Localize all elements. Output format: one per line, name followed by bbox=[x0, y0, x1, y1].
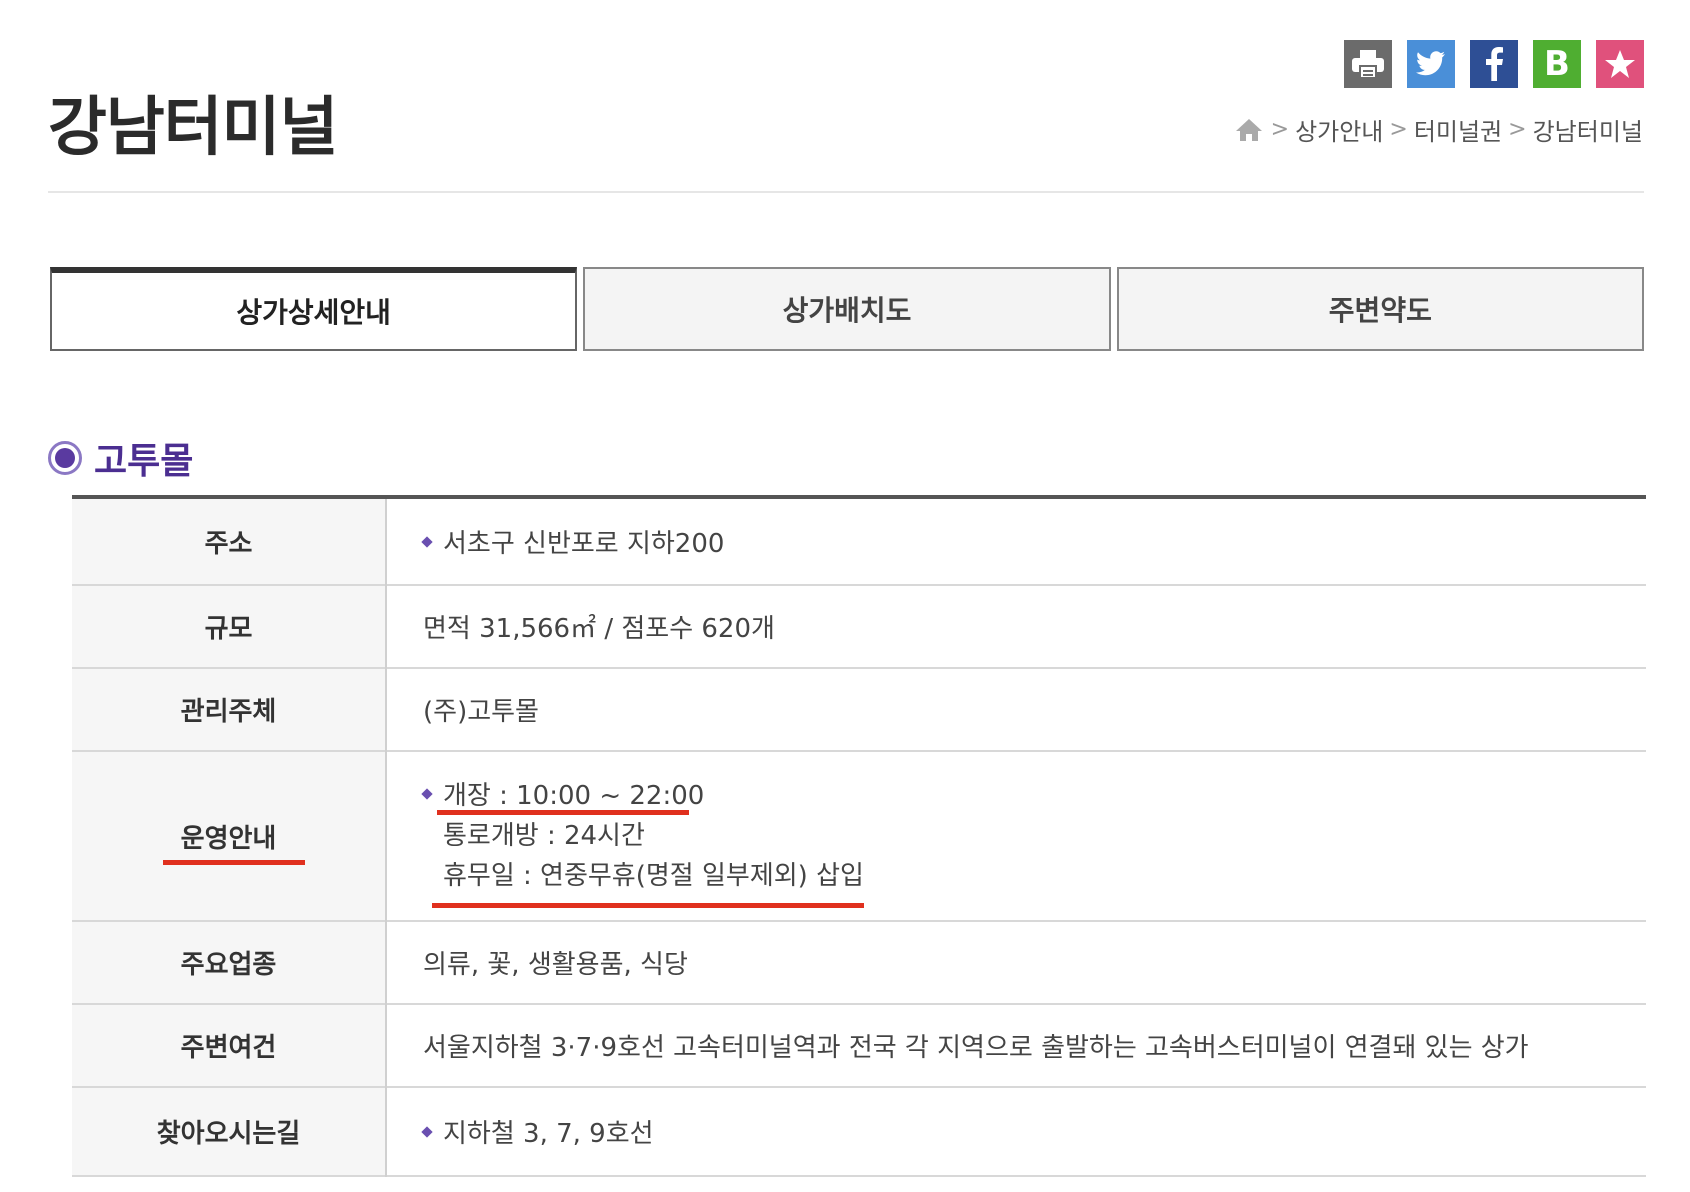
header-divider bbox=[48, 191, 1644, 193]
row-label-address: 주소 bbox=[72, 497, 387, 585]
breadcrumb: > 상가안내 > 터미널권 > 강남터미널 bbox=[1235, 112, 1643, 147]
table-row: 찾아오시는길 지하철 3, 7, 9호선 bbox=[72, 1087, 1646, 1176]
tab-store-layout[interactable]: 상가배치도 bbox=[583, 267, 1111, 351]
highlight-underline-holiday bbox=[432, 903, 864, 908]
star-icon bbox=[1605, 50, 1635, 78]
facebook-icon bbox=[1486, 47, 1503, 81]
row-label-directions: 찾아오시는길 bbox=[72, 1087, 387, 1176]
blog-share-button[interactable]: B bbox=[1533, 40, 1581, 88]
row-value-address: 서초구 신반포로 지하200 bbox=[386, 497, 1646, 585]
tab-store-details[interactable]: 상가상세안내 bbox=[50, 267, 578, 351]
row-value-business: 의류, 꽃, 생활용품, 식당 bbox=[423, 950, 688, 980]
share-bar: B bbox=[1344, 40, 1644, 88]
row-value-operation: 개장 : 10:00 ~ 22:00 통로개방 : 24시간 휴무일 : 연중무… bbox=[386, 751, 1646, 921]
table-row: 운영안내 개장 : 10:00 ~ 22:00 통로개방 : 24시간 휴무일 … bbox=[72, 751, 1646, 921]
favorite-button[interactable] bbox=[1596, 40, 1644, 88]
table-row: 주요업종 의류, 꽃, 생활용품, 식당 bbox=[72, 921, 1646, 1004]
printer-icon bbox=[1352, 50, 1384, 79]
home-icon[interactable] bbox=[1235, 118, 1263, 142]
table-row: 주변여건 서울지하철 3·7·9호선 고속터미널역과 전국 각 지역으로 출발하… bbox=[72, 1004, 1646, 1087]
breadcrumb-item-terminal-area[interactable]: 터미널권 bbox=[1414, 112, 1502, 147]
radio-bullet-icon bbox=[48, 441, 82, 475]
section-title: 고투몰 bbox=[94, 441, 194, 482]
diamond-bullet-icon bbox=[421, 535, 433, 548]
operation-passage: 통로개방 : 24시간 bbox=[443, 821, 645, 851]
operation-label-text: 운영안내 bbox=[180, 823, 277, 854]
store-info-table: 주소 서초구 신반포로 지하200 규모 면적 31,566㎡ / 점포수 62… bbox=[72, 495, 1646, 1177]
row-label-business: 주요업종 bbox=[72, 921, 387, 1004]
page-title: 강남터미널 bbox=[48, 91, 338, 165]
diamond-bullet-icon bbox=[421, 787, 433, 800]
tab-bar: 상가상세안내 상가배치도 주변약도 bbox=[50, 267, 1644, 351]
highlight-underline-operation-label bbox=[163, 860, 305, 865]
table-row: 관리주체 (주)고투몰 bbox=[72, 668, 1646, 751]
row-value-surroundings: 서울지하철 3·7·9호선 고속터미널역과 전국 각 지역으로 출발하는 고속버… bbox=[423, 1033, 1529, 1063]
section-header: 고투몰 bbox=[48, 432, 193, 484]
tab-area-map[interactable]: 주변약도 bbox=[1116, 267, 1644, 351]
blog-icon: B bbox=[1544, 44, 1570, 84]
directions-text: 지하철 3, 7, 9호선 bbox=[443, 1119, 654, 1149]
chevron-right-icon: > bbox=[1389, 117, 1408, 142]
row-label-surroundings: 주변여건 bbox=[72, 1004, 387, 1087]
row-label-manager: 관리주체 bbox=[72, 668, 387, 751]
chevron-right-icon: > bbox=[1508, 117, 1527, 142]
highlight-underline-hours bbox=[437, 810, 689, 815]
row-label-scale: 규모 bbox=[72, 585, 387, 668]
row-value-directions: 지하철 3, 7, 9호선 bbox=[386, 1087, 1646, 1176]
facebook-share-button[interactable] bbox=[1470, 40, 1518, 88]
table-row: 주소 서초구 신반포로 지하200 bbox=[72, 497, 1646, 585]
breadcrumb-item-gangnam-terminal[interactable]: 강남터미널 bbox=[1533, 112, 1643, 147]
address-text: 서초구 신반포로 지하200 bbox=[443, 529, 725, 559]
row-value-scale: 면적 31,566㎡ / 점포수 620개 bbox=[423, 614, 775, 644]
operation-holiday: 휴무일 : 연중무휴(명절 일부제외) 삽입 bbox=[443, 861, 864, 891]
row-label-operation: 운영안내 bbox=[72, 751, 387, 921]
print-button[interactable] bbox=[1344, 40, 1392, 88]
breadcrumb-item-store-guide[interactable]: 상가안내 bbox=[1295, 112, 1383, 147]
twitter-icon bbox=[1416, 51, 1445, 76]
table-row: 규모 면적 31,566㎡ / 점포수 620개 bbox=[72, 585, 1646, 668]
operation-hours: 개장 : 10:00 ~ 22:00 bbox=[443, 781, 705, 811]
chevron-right-icon: > bbox=[1270, 117, 1290, 142]
row-value-manager: (주)고투몰 bbox=[423, 697, 539, 727]
twitter-share-button[interactable] bbox=[1407, 40, 1455, 88]
diamond-bullet-icon bbox=[421, 1125, 433, 1138]
